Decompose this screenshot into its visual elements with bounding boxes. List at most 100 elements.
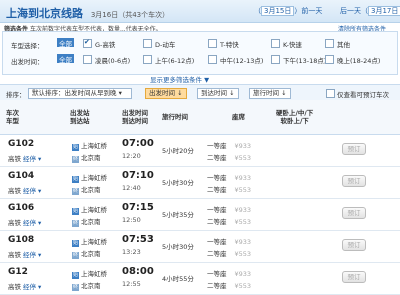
sort-select[interactable]: 默认排序：出发时间从早到晚 ▾ bbox=[28, 88, 132, 99]
arrive-time: 12:55 bbox=[122, 280, 141, 288]
train-type: 高铁 经停 ▾ bbox=[8, 281, 41, 291]
checkbox-g-label: G-高铁 bbox=[95, 41, 116, 49]
to-station: 终北京南 bbox=[72, 280, 101, 291]
checkbox-other[interactable] bbox=[325, 39, 334, 48]
book-button[interactable]: 预订 bbox=[342, 207, 366, 219]
bookable-only-checkbox[interactable] bbox=[326, 89, 335, 98]
next-day-button[interactable]: 后一天（3月17日） bbox=[340, 6, 400, 16]
checkbox-early[interactable] bbox=[83, 55, 92, 64]
depart-time-label: 出发时间： bbox=[11, 58, 44, 66]
depart-time-all[interactable]: 全部 bbox=[57, 54, 74, 64]
seat-first-label: 一等座 bbox=[207, 270, 227, 278]
train-type-label: 高铁 bbox=[8, 283, 21, 291]
chevron-down-icon[interactable]: ▾ bbox=[38, 283, 41, 291]
seat-first-label: 一等座 bbox=[207, 206, 227, 214]
travel-duration: 5小时20分 bbox=[162, 147, 194, 155]
to-station: 终北京南 bbox=[72, 216, 101, 227]
checkbox-other-label: 其他 bbox=[337, 41, 350, 49]
seat-first-price: ¥933 bbox=[234, 206, 252, 214]
checkbox-early-label: 凌晨(0-6点) bbox=[95, 57, 131, 65]
stops-link[interactable]: 经停 bbox=[23, 251, 36, 259]
checkbox-evening[interactable] bbox=[325, 55, 334, 64]
train-type: 高铁 经停 ▾ bbox=[8, 217, 41, 227]
chevron-down-icon[interactable]: ▾ bbox=[38, 251, 41, 259]
checkbox-afternoon[interactable] bbox=[271, 55, 280, 64]
arrive-time: 12:50 bbox=[122, 216, 141, 224]
sort-label: 排序： bbox=[6, 91, 26, 99]
train-type-all[interactable]: 全部 bbox=[57, 38, 74, 48]
depart-time: 08:00 bbox=[122, 266, 154, 277]
end-station-icon: 终 bbox=[72, 156, 79, 163]
stops-link[interactable]: 经停 bbox=[23, 219, 36, 227]
start-station-icon: 始 bbox=[72, 176, 79, 183]
th-seat: 座席 bbox=[232, 113, 245, 121]
seat-first-price: ¥933 bbox=[234, 238, 252, 246]
seat-first-price: ¥933 bbox=[234, 174, 252, 182]
to-station-name: 北京南 bbox=[81, 250, 101, 258]
to-station: 终北京南 bbox=[72, 248, 101, 259]
book-button[interactable]: 预订 bbox=[342, 271, 366, 283]
book-button[interactable]: 预订 bbox=[342, 143, 366, 155]
prev-day-label: ）前一天 bbox=[294, 7, 323, 15]
stops-link[interactable]: 经停 bbox=[23, 283, 36, 291]
seat-first-label: 一等座 bbox=[207, 174, 227, 182]
th-time: 出发时间 到达时间 bbox=[122, 109, 148, 125]
book-button[interactable]: 预订 bbox=[342, 239, 366, 251]
chevron-down-icon[interactable]: ▾ bbox=[38, 187, 41, 195]
chevron-down-icon[interactable]: ▾ bbox=[38, 155, 41, 163]
train-number[interactable]: G12 bbox=[8, 267, 28, 277]
seat-second-label: 二等座 bbox=[207, 186, 227, 194]
train-type-label: 高铁 bbox=[8, 251, 21, 259]
train-number[interactable]: G108 bbox=[8, 235, 34, 245]
table-header: 车次 车型 出发站 到达站 出发时间 到达时间 旅行时间 座席 硬卧上/中/下 … bbox=[0, 100, 400, 135]
end-station-icon: 终 bbox=[72, 284, 79, 291]
depart-time: 07:10 bbox=[122, 170, 154, 181]
book-button[interactable]: 预订 bbox=[342, 175, 366, 187]
sort-arrive-label: 到达时间 bbox=[201, 89, 227, 97]
train-number[interactable]: G102 bbox=[8, 139, 34, 149]
seat-first-price: ¥933 bbox=[234, 270, 252, 278]
checkbox-d[interactable] bbox=[143, 39, 152, 48]
seat-second-price: ¥553 bbox=[234, 186, 252, 194]
checkbox-noon[interactable] bbox=[208, 55, 217, 64]
route-date-info: 3月16日（共43个车次） bbox=[90, 11, 170, 19]
checkbox-g[interactable] bbox=[83, 38, 92, 48]
seat-first-price: ¥933 bbox=[234, 142, 252, 150]
checkbox-morning-label: 上午(6-12点) bbox=[155, 57, 195, 65]
depart-time: 07:15 bbox=[122, 202, 154, 213]
train-type-filter-row: 车型选择： 全部 G-高铁 D-动车 T-特快 K-快速 其他 bbox=[3, 38, 397, 50]
seat-first-class: 一等座 ¥933 bbox=[207, 172, 251, 182]
bookable-only-label: 仅查看可预订车次 bbox=[337, 91, 389, 99]
prev-day-button[interactable]: （3月15日 ）前一天 bbox=[254, 6, 322, 16]
from-station: 始上海虹桥 bbox=[72, 236, 107, 247]
sort-depart-button[interactable]: 出发时间 ↓ bbox=[145, 88, 187, 99]
seat-second-class: 二等座 ¥553 bbox=[207, 152, 251, 162]
seat-second-class: 二等座 ¥553 bbox=[207, 280, 251, 290]
checkbox-k[interactable] bbox=[271, 39, 280, 48]
sort-arrive-button[interactable]: 到达时间 ↓ bbox=[197, 88, 239, 99]
sort-duration-button[interactable]: 旅行时间 ↓ bbox=[249, 88, 291, 99]
stops-link[interactable]: 经停 bbox=[23, 155, 36, 163]
seat-second-label: 二等座 bbox=[207, 250, 227, 258]
train-type: 高铁 经停 ▾ bbox=[8, 185, 41, 195]
from-station-name: 上海虹桥 bbox=[81, 174, 107, 182]
train-type-label: 高铁 bbox=[8, 187, 21, 195]
stops-link[interactable]: 经停 bbox=[23, 187, 36, 195]
checkbox-morning[interactable] bbox=[143, 55, 152, 64]
train-number[interactable]: G106 bbox=[8, 203, 34, 213]
more-filters-link[interactable]: 显示更多筛选条件 ▼ bbox=[150, 74, 209, 84]
start-station-icon: 始 bbox=[72, 240, 79, 247]
train-number[interactable]: G104 bbox=[8, 171, 34, 181]
table-row: G104 高铁 经停 ▾ 始上海虹桥 终北京南 07:10 12:40 5小时30分… bbox=[0, 166, 400, 199]
start-station-icon: 始 bbox=[72, 144, 79, 151]
seat-second-price: ¥553 bbox=[234, 218, 252, 226]
table-row: G108 高铁 经停 ▾ 始上海虹桥 终北京南 07:53 13:23 5小时30分… bbox=[0, 230, 400, 263]
chevron-down-icon[interactable]: ▾ bbox=[38, 219, 41, 227]
seat-first-class: 一等座 ¥933 bbox=[207, 204, 251, 214]
from-station-name: 上海虹桥 bbox=[81, 206, 107, 214]
seat-second-class: 二等座 ¥553 bbox=[207, 184, 251, 194]
route-title-text: 上海到北京线路 bbox=[6, 7, 83, 20]
travel-duration: 5小时30分 bbox=[162, 243, 194, 251]
th-duration: 旅行时间 bbox=[162, 113, 188, 121]
checkbox-t[interactable] bbox=[208, 39, 217, 48]
